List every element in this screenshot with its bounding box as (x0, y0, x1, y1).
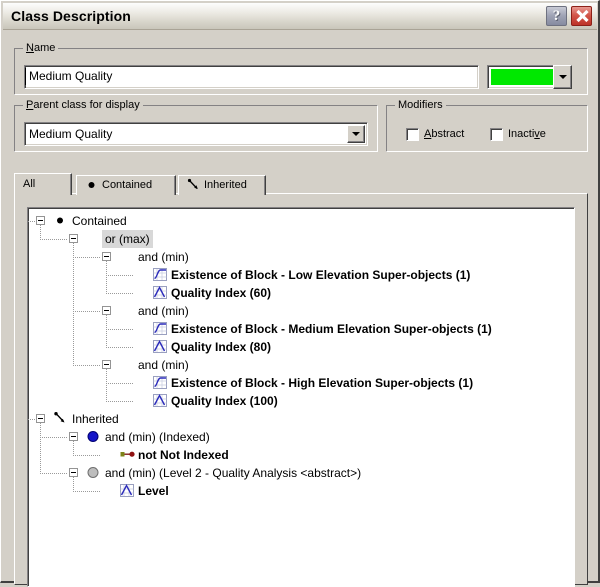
name-group-label: Name (23, 42, 59, 54)
tree-row[interactable]: Quality Index (100) (28, 392, 574, 410)
tree-row-label: and (min) (Level 2 - Quality Analysis <a… (105, 466, 362, 480)
help-button[interactable]: ? (546, 6, 567, 26)
tree-expander-icon[interactable] (36, 414, 45, 423)
close-x-icon (576, 9, 589, 23)
title-bar: Class Description ? (3, 3, 597, 30)
name-input[interactable]: Medium Quality (24, 65, 479, 89)
triangle-icon (120, 483, 134, 498)
tree-expander-icon[interactable] (69, 468, 78, 477)
text-caret (25, 68, 26, 85)
tree-row[interactable]: and (min) (28, 302, 574, 320)
tree-row[interactable]: and (min) (28, 356, 574, 374)
tree-expander-icon[interactable] (102, 252, 111, 261)
tree-row[interactable]: and (min) (28, 248, 574, 266)
question-mark-icon: ? (552, 8, 561, 24)
parent-class-value: Medium Quality (29, 127, 113, 141)
parent-class-combobox[interactable]: Medium Quality (24, 122, 368, 146)
tree-expander-icon[interactable] (69, 234, 78, 243)
triangle-icon (153, 339, 167, 354)
tree-row-label: Existence of Block - High Elevation Supe… (171, 376, 474, 390)
color-dropdown-button[interactable] (553, 65, 572, 89)
chevron-down-icon (352, 132, 360, 136)
tree-row-label: Level (138, 484, 169, 498)
tree-row[interactable]: Inherited (28, 410, 574, 428)
tree-row[interactable]: and (min) (Indexed) (28, 428, 574, 446)
tab-all[interactable]: All (14, 173, 72, 195)
parent-class-dropdown-button[interactable] (347, 125, 365, 143)
tree-row[interactable]: Existence of Block - Low Elevation Super… (28, 266, 574, 284)
tree-expander-icon[interactable] (36, 216, 45, 225)
tree-row-label: and (min) (138, 304, 189, 318)
tree-row[interactable]: Existence of Block - Medium Elevation Su… (28, 320, 574, 338)
tab-contained-label: Contained (102, 179, 153, 191)
not-icon (120, 448, 135, 462)
tree-rows-container: Contained or (max) and (min) Existence of B… (28, 208, 574, 500)
class-description-dialog: Class Description ? Name Medium Quality … (0, 0, 600, 587)
triangle-icon (153, 285, 167, 300)
window-title: Class Description (11, 8, 131, 24)
tree-row-label: and (min) (Indexed) (105, 430, 210, 444)
tree-row[interactable]: Existence of Block - High Elevation Supe… (28, 374, 574, 392)
tab-strip: All Contained Inherited (14, 173, 588, 195)
tree-row-label: and (min) (138, 358, 189, 372)
tree-row-label: not Not Indexed (138, 448, 229, 462)
sigmoid-icon (153, 268, 167, 282)
tree-row[interactable]: Level (28, 482, 574, 500)
close-button[interactable] (571, 6, 592, 26)
tree-row[interactable]: or (max) (28, 230, 574, 248)
triangle-icon (153, 393, 167, 408)
class-expression-tree[interactable]: Contained or (max) and (min) Existence of B… (27, 207, 575, 587)
tree-row[interactable]: and (min) (Level 2 - Quality Analysis <a… (28, 464, 574, 482)
tree-row[interactable]: Quality Index (80) (28, 338, 574, 356)
tab-contained[interactable]: Contained (76, 175, 176, 195)
tree-row-label: or (max) (102, 230, 153, 248)
checkbox-inactive-label: Inactive (508, 128, 546, 140)
tree-row-label: Quality Index (80) (171, 340, 272, 354)
tree-row-label: Inherited (72, 412, 119, 426)
parent-class-group-label: Parent class for display (23, 99, 143, 111)
tree-row-label: Contained (72, 214, 127, 228)
tree-row-label: Quality Index (60) (171, 286, 272, 300)
tab-inherited[interactable]: Inherited (178, 175, 266, 195)
tree-row[interactable]: not Not Indexed (28, 446, 574, 464)
checkbox-abstract-label: Abstract (424, 128, 465, 140)
tree-expander-icon[interactable] (102, 306, 111, 315)
dot-icon (85, 178, 98, 191)
tab-all-label: All (23, 178, 36, 190)
checkbox-abstract-box[interactable] (406, 128, 419, 141)
tree-expander-icon[interactable] (102, 360, 111, 369)
inherit-arrow-icon (54, 412, 68, 426)
tree-row-label: Quality Index (100) (171, 394, 278, 408)
sigmoid-icon (153, 376, 167, 390)
tab-inherited-label: Inherited (204, 179, 247, 191)
modifiers-group-label: Modifiers (395, 99, 446, 111)
sigmoid-icon (153, 322, 167, 336)
tree-row[interactable]: Quality Index (60) (28, 284, 574, 302)
tree-row[interactable]: Contained (28, 212, 574, 230)
checkbox-inactive-box[interactable] (490, 128, 503, 141)
tree-row-label: Existence of Block - Medium Elevation Su… (171, 322, 492, 336)
tree-row-label: Existence of Block - Low Elevation Super… (171, 268, 471, 282)
blue-circle-icon (87, 430, 101, 444)
tree-expander-icon[interactable] (69, 432, 78, 441)
inherit-arrow-icon (187, 178, 200, 191)
tree-row-label: and (min) (138, 250, 189, 264)
chevron-down-icon (558, 75, 567, 79)
dot-icon (54, 214, 68, 228)
gray-circle-icon (87, 466, 101, 480)
